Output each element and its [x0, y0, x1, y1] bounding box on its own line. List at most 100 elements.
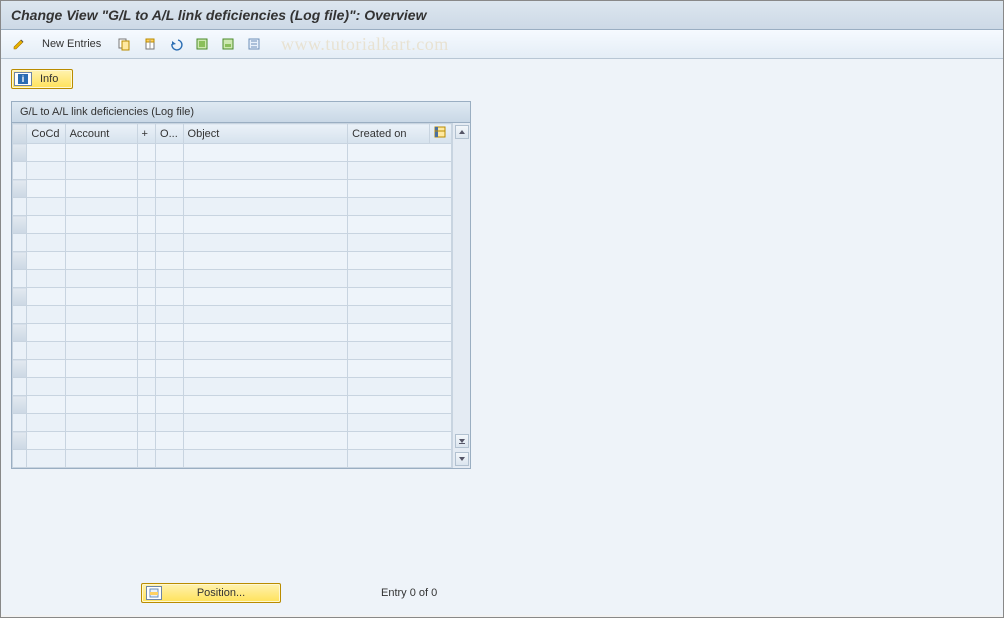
cell-created[interactable] — [348, 414, 452, 432]
cell-object[interactable] — [183, 198, 348, 216]
deselect-all-icon[interactable] — [244, 34, 264, 54]
cell-o[interactable] — [156, 414, 183, 432]
scroll-up-icon[interactable] — [455, 125, 469, 139]
delete-icon[interactable] — [140, 34, 160, 54]
cell-object[interactable] — [183, 270, 348, 288]
cell-cocd[interactable] — [27, 342, 65, 360]
cell-plus[interactable] — [137, 270, 156, 288]
cell-o[interactable] — [156, 324, 183, 342]
cell-created[interactable] — [348, 144, 452, 162]
cell-plus[interactable] — [137, 360, 156, 378]
toggle-display-change-icon[interactable] — [9, 34, 29, 54]
cell-o[interactable] — [156, 180, 183, 198]
cell-account[interactable] — [65, 396, 137, 414]
scroll-bottom-icon[interactable] — [455, 434, 469, 448]
cell-created[interactable] — [348, 378, 452, 396]
cell-object[interactable] — [183, 342, 348, 360]
cell-plus[interactable] — [137, 414, 156, 432]
cell-account[interactable] — [65, 198, 137, 216]
cell-o[interactable] — [156, 270, 183, 288]
cell-created[interactable] — [348, 234, 452, 252]
cell-plus[interactable] — [137, 432, 156, 450]
cell-o[interactable] — [156, 432, 183, 450]
cell-o[interactable] — [156, 396, 183, 414]
cell-account[interactable] — [65, 450, 137, 468]
cell-object[interactable] — [183, 360, 348, 378]
cell-account[interactable] — [65, 144, 137, 162]
row-selector[interactable] — [13, 432, 27, 450]
cell-plus[interactable] — [137, 180, 156, 198]
cell-created[interactable] — [348, 450, 452, 468]
cell-cocd[interactable] — [27, 180, 65, 198]
cell-created[interactable] — [348, 324, 452, 342]
cell-o[interactable] — [156, 288, 183, 306]
cell-o[interactable] — [156, 144, 183, 162]
cell-object[interactable] — [183, 234, 348, 252]
row-selector[interactable] — [13, 324, 27, 342]
cell-object[interactable] — [183, 144, 348, 162]
cell-o[interactable] — [156, 216, 183, 234]
cell-created[interactable] — [348, 396, 452, 414]
cell-o[interactable] — [156, 234, 183, 252]
info-button[interactable]: i Info — [11, 69, 73, 89]
cell-account[interactable] — [65, 180, 137, 198]
row-selector[interactable] — [13, 288, 27, 306]
cell-plus[interactable] — [137, 216, 156, 234]
cell-o[interactable] — [156, 198, 183, 216]
cell-created[interactable] — [348, 198, 452, 216]
cell-plus[interactable] — [137, 252, 156, 270]
row-selector[interactable] — [13, 180, 27, 198]
cell-account[interactable] — [65, 252, 137, 270]
copy-as-icon[interactable] — [114, 34, 134, 54]
row-selector[interactable] — [13, 216, 27, 234]
cell-cocd[interactable] — [27, 198, 65, 216]
cell-created[interactable] — [348, 342, 452, 360]
row-selector[interactable] — [13, 360, 27, 378]
cell-account[interactable] — [65, 216, 137, 234]
cell-account[interactable] — [65, 162, 137, 180]
col-plus-header[interactable]: + — [137, 124, 156, 144]
cell-plus[interactable] — [137, 288, 156, 306]
cell-object[interactable] — [183, 432, 348, 450]
cell-cocd[interactable] — [27, 162, 65, 180]
cell-object[interactable] — [183, 450, 348, 468]
cell-plus[interactable] — [137, 342, 156, 360]
cell-plus[interactable] — [137, 396, 156, 414]
cell-cocd[interactable] — [27, 234, 65, 252]
cell-cocd[interactable] — [27, 144, 65, 162]
row-selector[interactable] — [13, 270, 27, 288]
row-selector[interactable] — [13, 252, 27, 270]
col-cocd-header[interactable]: CoCd — [27, 124, 65, 144]
table-settings-icon[interactable] — [430, 124, 452, 144]
cell-object[interactable] — [183, 378, 348, 396]
cell-plus[interactable] — [137, 306, 156, 324]
cell-account[interactable] — [65, 306, 137, 324]
cell-object[interactable] — [183, 180, 348, 198]
row-selector[interactable] — [13, 342, 27, 360]
cell-account[interactable] — [65, 360, 137, 378]
cell-plus[interactable] — [137, 198, 156, 216]
cell-account[interactable] — [65, 324, 137, 342]
cell-plus[interactable] — [137, 144, 156, 162]
cell-cocd[interactable] — [27, 396, 65, 414]
cell-o[interactable] — [156, 162, 183, 180]
cell-cocd[interactable] — [27, 306, 65, 324]
cell-created[interactable] — [348, 306, 452, 324]
row-selector[interactable] — [13, 396, 27, 414]
cell-account[interactable] — [65, 414, 137, 432]
cell-plus[interactable] — [137, 162, 156, 180]
row-selector[interactable] — [13, 234, 27, 252]
cell-cocd[interactable] — [27, 378, 65, 396]
cell-o[interactable] — [156, 252, 183, 270]
cell-object[interactable] — [183, 306, 348, 324]
cell-object[interactable] — [183, 216, 348, 234]
cell-created[interactable] — [348, 252, 452, 270]
vertical-scrollbar[interactable] — [452, 123, 470, 468]
cell-account[interactable] — [65, 288, 137, 306]
cell-object[interactable] — [183, 252, 348, 270]
cell-cocd[interactable] — [27, 324, 65, 342]
cell-created[interactable] — [348, 288, 452, 306]
select-block-icon[interactable] — [218, 34, 238, 54]
cell-o[interactable] — [156, 378, 183, 396]
cell-cocd[interactable] — [27, 288, 65, 306]
